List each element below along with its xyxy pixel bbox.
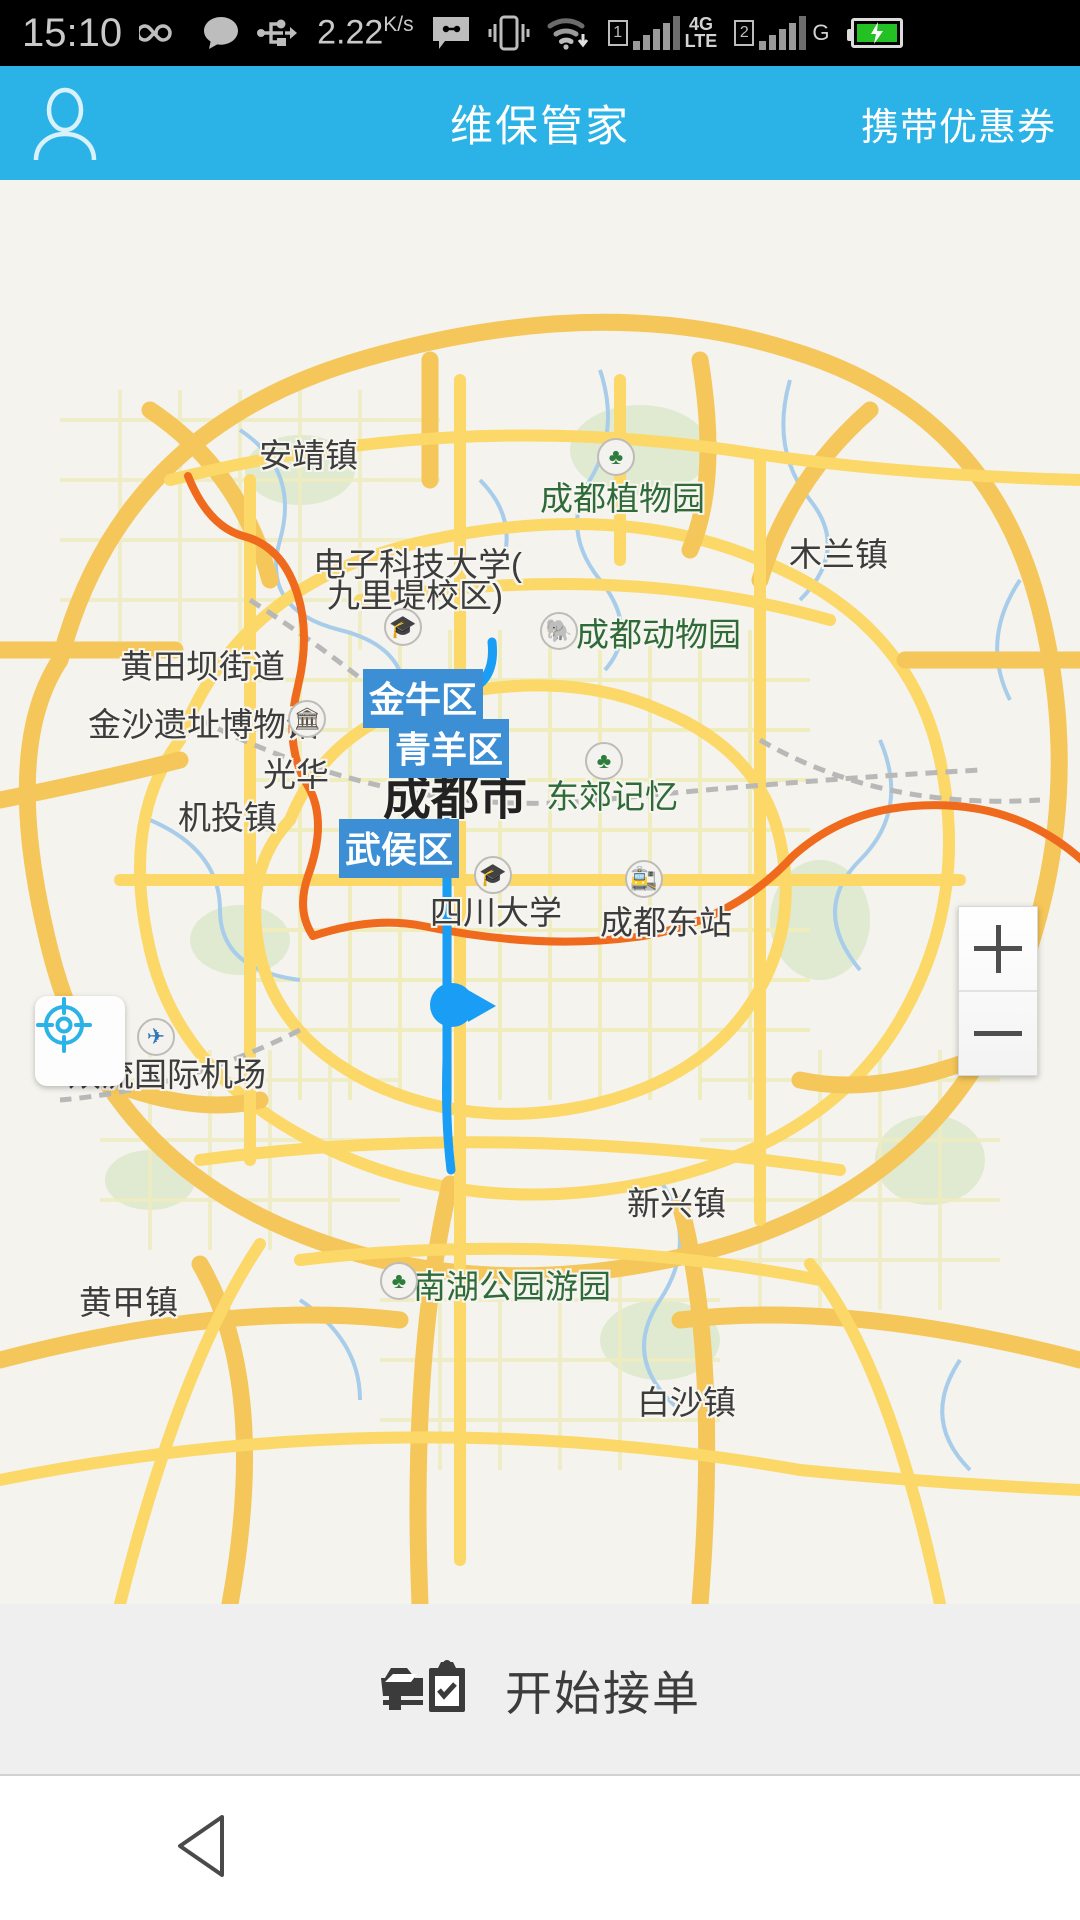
- train-icon[interactable]: 🚉: [625, 860, 663, 898]
- sim1-signal-bars: [632, 16, 680, 50]
- app-header: 维保管家 携带优惠券: [0, 66, 1080, 180]
- status-bar: 15:10 2.22K/s 1 4G LTE 2 G: [0, 0, 1080, 66]
- sim2-network-type: G: [812, 20, 830, 45]
- sim2-label: 2: [734, 20, 755, 46]
- map-district-label: 青羊区: [389, 719, 510, 778]
- location-heading-arrow: [468, 990, 496, 1022]
- back-triangle-icon[interactable]: [172, 1813, 230, 1884]
- zoom-in-button[interactable]: [959, 907, 1037, 992]
- network-speed: 2.22K/s: [317, 13, 414, 52]
- start-order-label: 开始接单: [505, 1666, 701, 1720]
- crosshair-locate-icon: [36, 997, 92, 1053]
- map-label: 光华: [263, 756, 329, 793]
- wifi-download-icon: [547, 14, 591, 52]
- infinity-icon: [139, 18, 185, 48]
- map-label: 新兴镇: [627, 1185, 726, 1222]
- sim1-label: 1: [607, 20, 628, 46]
- map-label: 南湖公园游园: [413, 1268, 611, 1305]
- sms-icon: [431, 14, 471, 52]
- sim1-network-type: 4G LTE: [684, 13, 718, 51]
- start-order-bar[interactable]: 开始接单: [0, 1604, 1080, 1776]
- map-label: 木兰镇: [789, 536, 888, 573]
- airport-icon[interactable]: ✈: [137, 1018, 175, 1056]
- map-view[interactable]: .rd-major{stroke:#f5c659;stroke-width:17…: [0, 180, 1080, 1604]
- zoom-out-button[interactable]: [959, 992, 1037, 1075]
- minus-icon: [974, 1031, 1022, 1036]
- map-label: 金沙遗址博物馆: [88, 706, 319, 743]
- school-icon[interactable]: 🎓: [384, 608, 422, 646]
- battery-charging-icon: [847, 18, 904, 48]
- map-label: 黄甲镇: [79, 1284, 178, 1321]
- system-nav-bar: [0, 1776, 1080, 1920]
- park-icon[interactable]: ♣: [380, 1262, 418, 1300]
- car-order-icon: [379, 1656, 475, 1723]
- coupon-button[interactable]: 携带优惠券: [861, 96, 1056, 151]
- current-location-marker: [430, 978, 502, 1028]
- park-icon[interactable]: ♣: [597, 438, 635, 476]
- map-label: 白沙镇: [637, 1384, 736, 1421]
- map-label: 黄田坝街道: [120, 648, 285, 685]
- sim2-signal-bars: [759, 16, 807, 50]
- zoo-icon[interactable]: 🐘: [540, 612, 578, 650]
- speed-unit: K/s: [383, 13, 414, 37]
- museum-icon[interactable]: 🏛: [288, 700, 326, 738]
- map-district-label: 武侯区: [339, 819, 460, 878]
- locate-button[interactable]: [35, 996, 125, 1086]
- map-label: 成都植物园: [540, 480, 705, 517]
- map-label: 九里堤校区): [327, 577, 503, 614]
- zoom-control[interactable]: [958, 906, 1038, 1076]
- chat-bubble-icon: [202, 15, 240, 51]
- map-label: 成都东站: [600, 904, 732, 941]
- map-label: 安靖镇: [259, 437, 358, 474]
- vibrate-icon: [488, 14, 530, 52]
- map-label: 机投镇: [178, 799, 277, 836]
- park-icon[interactable]: ♣: [585, 742, 623, 780]
- battery-fill: [857, 22, 898, 44]
- status-clock: 15:10: [22, 10, 123, 55]
- usb-icon: [257, 16, 298, 50]
- map-label: 成都动物园: [576, 616, 741, 653]
- sim2-indicator: 2 G: [734, 16, 829, 50]
- school-icon[interactable]: 🎓: [474, 856, 512, 894]
- sim1-indicator: 1 4G LTE: [607, 13, 718, 51]
